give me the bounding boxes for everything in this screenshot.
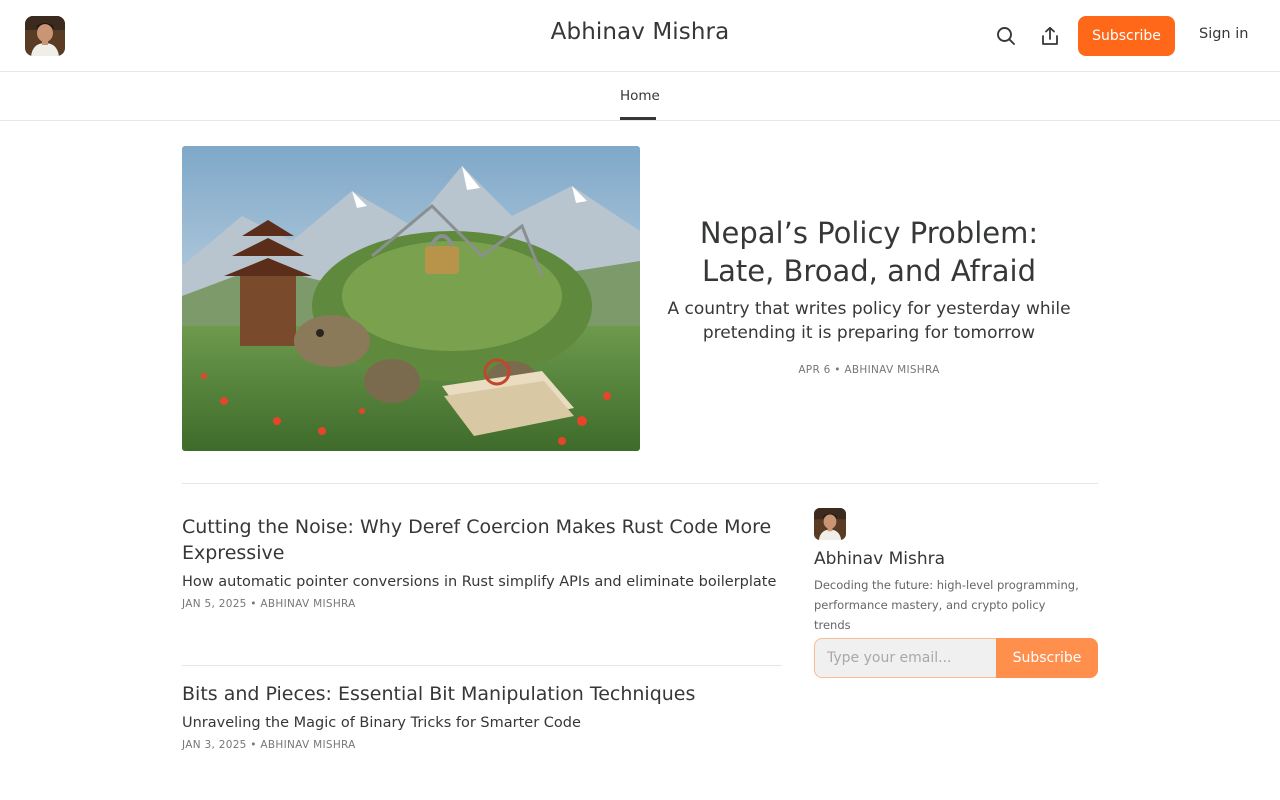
post-subtitle[interactable]: Unraveling the Magic of Binary Tricks fo… [182,713,782,733]
featured-post-subtitle[interactable]: A country that writes policy for yesterd… [664,297,1074,345]
email-input[interactable] [814,638,998,678]
tab-home[interactable]: Home [620,88,660,104]
author-name[interactable]: Abhinav Mishra [814,549,945,569]
post-title[interactable]: Bits and Pieces: Essential Bit Manipulat… [182,681,782,707]
post-subtitle[interactable]: How automatic pointer conversions in Rus… [182,572,782,592]
post-meta: JAN 3, 2025 • ABHINAV MISHRA [182,739,356,751]
featured-post-meta: APR 6 • ABHINAV MISHRA [798,364,940,376]
active-tab-indicator [620,117,656,120]
subscribe-button[interactable]: Subscribe [1078,16,1175,56]
post-divider [182,665,782,666]
post-item[interactable]: Cutting the Noise: Why Deref Coercion Ma… [182,514,782,610]
featured-post-title[interactable]: Nepal’s Policy Problem: Late, Broad, and… [664,214,1074,290]
publication-description: Decoding the future: high-level programm… [814,578,1079,632]
featured-post: Nepal’s Policy Problem: Late, Broad, and… [664,214,1074,376]
nav-bar: Home [0,72,1280,121]
sidebar-subscribe-button[interactable]: Subscribe [996,638,1098,678]
section-divider [182,483,1098,484]
share-icon [1042,26,1058,45]
share-button[interactable] [1036,22,1064,50]
search-button[interactable] [992,22,1020,50]
sign-in-link[interactable]: Sign in [1199,26,1248,42]
top-header: Abhinav Mishra Subscribe Sign in [0,0,1280,72]
post-item[interactable]: Bits and Pieces: Essential Bit Manipulat… [182,681,782,751]
author-avatar[interactable] [814,508,846,540]
post-meta: JAN 5, 2025 • ABHINAV MISHRA [182,598,356,610]
post-title[interactable]: Cutting the Noise: Why Deref Coercion Ma… [182,514,782,566]
featured-post-image[interactable] [182,146,640,451]
search-icon [997,27,1015,45]
